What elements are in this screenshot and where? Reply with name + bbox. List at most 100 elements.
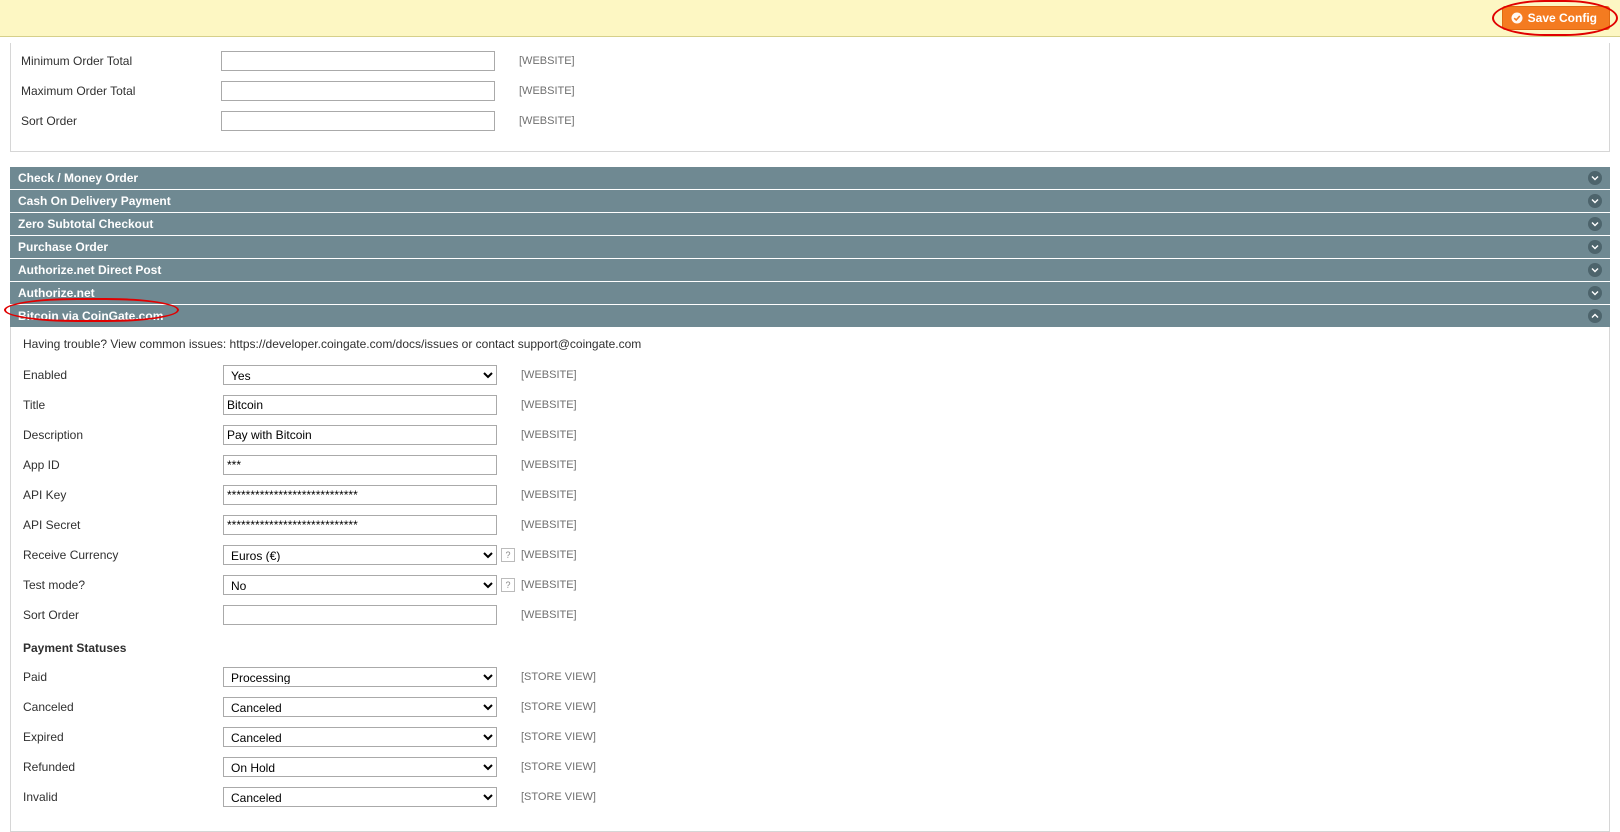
section-title: Cash On Delivery Payment <box>18 194 171 208</box>
title-row: Title [WEBSITE] <box>23 395 1597 415</box>
section-title: Authorize.net <box>18 286 95 300</box>
sort-order-input[interactable] <box>221 111 495 131</box>
canceled-select[interactable]: Canceled <box>223 697 497 717</box>
payment-statuses-heading: Payment Statuses <box>23 641 1597 655</box>
enabled-select[interactable]: Yes <box>223 365 497 385</box>
expired-select[interactable]: Canceled <box>223 727 497 747</box>
test-mode-select[interactable]: No <box>223 575 497 595</box>
section-authorizenet[interactable]: Authorize.net <box>10 281 1610 304</box>
refunded-label: Refunded <box>23 760 223 774</box>
section-title: Bitcoin via CoinGate.com <box>18 309 163 323</box>
appid-input[interactable] <box>223 455 497 475</box>
receive-currency-label: Receive Currency <box>23 548 223 562</box>
save-button-label: Save Config <box>1528 11 1597 25</box>
scope-label: [STORE VIEW] <box>521 731 596 743</box>
apikey-row: API Key [WEBSITE] <box>23 485 1597 505</box>
help-icon[interactable]: ? <box>501 548 515 562</box>
apisecret-row: API Secret [WEBSITE] <box>23 515 1597 535</box>
section-bitcoin-coingate[interactable]: Bitcoin via CoinGate.com <box>10 304 1610 327</box>
chevron-down-icon <box>1588 171 1602 185</box>
scope-label: [STORE VIEW] <box>521 701 596 713</box>
section-zero-subtotal[interactable]: Zero Subtotal Checkout <box>10 212 1610 235</box>
section-title: Purchase Order <box>18 240 108 254</box>
expired-label: Expired <box>23 730 223 744</box>
expired-row: Expired Canceled [STORE VIEW] <box>23 727 1597 747</box>
description-input[interactable] <box>223 425 497 445</box>
bitcoin-sort-order-input[interactable] <box>223 605 497 625</box>
save-button-wrap: Save Config <box>1502 6 1610 30</box>
scope-label: [WEBSITE] <box>521 549 577 561</box>
sort-order-row: Sort Order [WEBSITE] <box>21 111 1599 131</box>
test-mode-row: Test mode? No ? [WEBSITE] <box>23 575 1597 595</box>
enabled-label: Enabled <box>23 368 223 382</box>
chevron-down-icon <box>1588 217 1602 231</box>
scope-label: [WEBSITE] <box>521 399 577 411</box>
chevron-down-icon <box>1588 194 1602 208</box>
sections-container: Check / Money Order Cash On Delivery Pay… <box>10 166 1610 832</box>
chevron-down-icon <box>1588 286 1602 300</box>
chevron-down-icon <box>1588 263 1602 277</box>
chevron-up-icon <box>1588 309 1602 323</box>
chevron-down-icon <box>1588 240 1602 254</box>
invalid-select[interactable]: Canceled <box>223 787 497 807</box>
enabled-row: Enabled Yes [WEBSITE] <box>23 365 1597 385</box>
canceled-label: Canceled <box>23 700 223 714</box>
paid-label: Paid <box>23 670 223 684</box>
sort-order-label: Sort Order <box>21 114 221 128</box>
apisecret-input[interactable] <box>223 515 497 535</box>
paid-row: Paid Processing [STORE VIEW] <box>23 667 1597 687</box>
appid-row: App ID [WEBSITE] <box>23 455 1597 475</box>
test-mode-label: Test mode? <box>23 578 223 592</box>
scope-label: [WEBSITE] <box>521 519 577 531</box>
scope-label: [STORE VIEW] <box>521 761 596 773</box>
paid-select[interactable]: Processing <box>223 667 497 687</box>
max-order-label: Maximum Order Total <box>21 84 221 98</box>
help-text: Having trouble? View common issues: http… <box>23 337 1597 351</box>
section-check-money-order[interactable]: Check / Money Order <box>10 166 1610 189</box>
min-order-label: Minimum Order Total <box>21 54 221 68</box>
section-title: Zero Subtotal Checkout <box>18 217 153 231</box>
top-config-box: Minimum Order Total [WEBSITE] Maximum Or… <box>10 43 1610 152</box>
section-title: Authorize.net Direct Post <box>18 263 161 277</box>
scope-label: [WEBSITE] <box>519 55 575 67</box>
apikey-label: API Key <box>23 488 223 502</box>
apisecret-label: API Secret <box>23 518 223 532</box>
invalid-row: Invalid Canceled [STORE VIEW] <box>23 787 1597 807</box>
scope-label: [WEBSITE] <box>519 115 575 127</box>
min-order-row: Minimum Order Total [WEBSITE] <box>21 51 1599 71</box>
scope-label: [WEBSITE] <box>521 489 577 501</box>
section-bitcoin-wrap: Bitcoin via CoinGate.com <box>10 304 1610 327</box>
bitcoin-sort-order-row: Sort Order [WEBSITE] <box>23 605 1597 625</box>
title-input[interactable] <box>223 395 497 415</box>
scope-label: [WEBSITE] <box>521 579 577 591</box>
bitcoin-sort-order-label: Sort Order <box>23 608 223 622</box>
bitcoin-section-body: Having trouble? View common issues: http… <box>10 327 1610 832</box>
check-icon <box>1511 12 1523 24</box>
max-order-row: Maximum Order Total [WEBSITE] <box>21 81 1599 101</box>
max-order-input[interactable] <box>221 81 495 101</box>
receive-currency-row: Receive Currency Euros (€) ? [WEBSITE] <box>23 545 1597 565</box>
scope-label: [WEBSITE] <box>521 369 577 381</box>
scope-label: [STORE VIEW] <box>521 671 596 683</box>
save-config-button[interactable]: Save Config <box>1502 6 1610 30</box>
title-label: Title <box>23 398 223 412</box>
section-title: Check / Money Order <box>18 171 138 185</box>
scope-label: [WEBSITE] <box>521 429 577 441</box>
section-authorizenet-direct-post[interactable]: Authorize.net Direct Post <box>10 258 1610 281</box>
refunded-row: Refunded On Hold [STORE VIEW] <box>23 757 1597 777</box>
canceled-row: Canceled Canceled [STORE VIEW] <box>23 697 1597 717</box>
appid-label: App ID <box>23 458 223 472</box>
refunded-select[interactable]: On Hold <box>223 757 497 777</box>
min-order-input[interactable] <box>221 51 495 71</box>
help-icon[interactable]: ? <box>501 578 515 592</box>
description-label: Description <box>23 428 223 442</box>
description-row: Description [WEBSITE] <box>23 425 1597 445</box>
scope-label: [WEBSITE] <box>519 85 575 97</box>
apikey-input[interactable] <box>223 485 497 505</box>
receive-currency-select[interactable]: Euros (€) <box>223 545 497 565</box>
section-purchase-order[interactable]: Purchase Order <box>10 235 1610 258</box>
scope-label: [STORE VIEW] <box>521 791 596 803</box>
section-cash-on-delivery[interactable]: Cash On Delivery Payment <box>10 189 1610 212</box>
invalid-label: Invalid <box>23 790 223 804</box>
scope-label: [WEBSITE] <box>521 459 577 471</box>
